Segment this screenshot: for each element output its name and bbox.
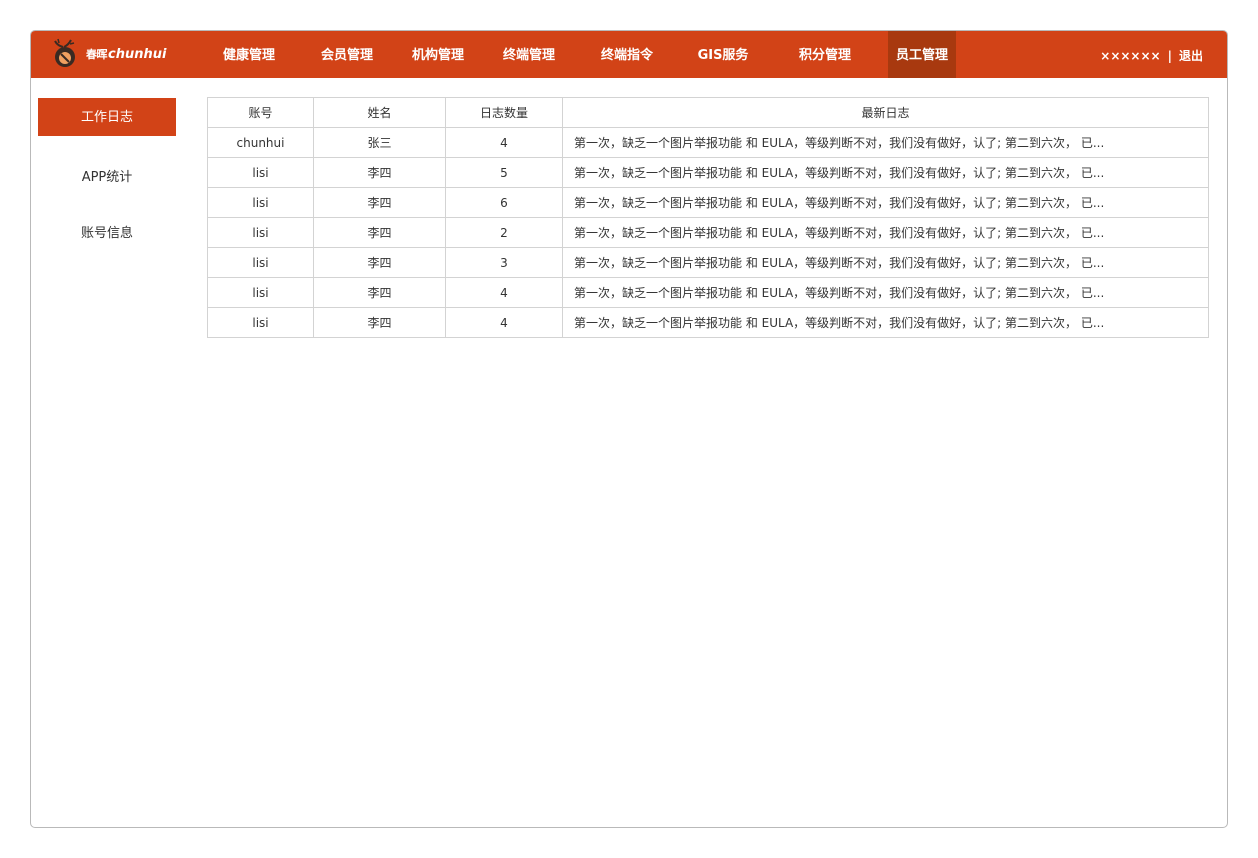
column-header-account: 账号 — [207, 97, 314, 128]
logout-link[interactable]: 退出 — [1179, 49, 1203, 63]
cell-name: 李四 — [313, 187, 446, 218]
table-row[interactable]: lisi 李四 5 第一次，缺乏一个图片举报功能 和 EULA，等级判断不对，我… — [207, 157, 1209, 188]
cell-account: lisi — [207, 157, 314, 188]
nav-members[interactable]: 会员管理 — [319, 31, 375, 78]
brand-logo[interactable]: 春晖 chunhui — [49, 37, 166, 71]
deer-logo-icon — [54, 38, 75, 67]
table-row[interactable]: lisi 李四 3 第一次，缺乏一个图片举报功能 和 EULA，等级判断不对，我… — [207, 247, 1209, 278]
table-row[interactable]: chunhui 张三 4 第一次，缺乏一个图片举报功能 和 EULA，等级判断不… — [207, 127, 1209, 158]
cell-account: lisi — [207, 247, 314, 278]
cell-latest-log: 第一次，缺乏一个图片举报功能 和 EULA，等级判断不对，我们没有做好，认了; … — [562, 217, 1209, 248]
cell-name: 李四 — [313, 277, 446, 308]
cell-latest-log: 第一次，缺乏一个图片举报功能 和 EULA，等级判断不对，我们没有做好，认了; … — [562, 247, 1209, 278]
table-row[interactable]: lisi 李四 4 第一次，缺乏一个图片举报功能 和 EULA，等级判断不对，我… — [207, 277, 1209, 308]
brand-name-cn: 春晖 — [86, 48, 108, 61]
sidebar-item-work-log[interactable]: 工作日志 — [38, 98, 176, 136]
cell-name: 李四 — [313, 307, 446, 338]
top-navbar: 春晖 chunhui 健康管理 会员管理 机构管理 终端管理 终端指令 GIS服… — [31, 31, 1227, 78]
work-log-table: 账号 姓名 日志数量 最新日志 chunhui 张三 4 第一次，缺乏一个图片举… — [207, 97, 1209, 338]
cell-name: 李四 — [313, 217, 446, 248]
table-row[interactable]: lisi 李四 6 第一次，缺乏一个图片举报功能 和 EULA，等级判断不对，我… — [207, 187, 1209, 218]
table-row[interactable]: lisi 李四 4 第一次，缺乏一个图片举报功能 和 EULA，等级判断不对，我… — [207, 307, 1209, 338]
nav-gis[interactable]: GIS服务 — [695, 31, 751, 78]
nav-institutions[interactable]: 机构管理 — [410, 31, 466, 78]
cell-name: 李四 — [313, 247, 446, 278]
brand-name-en: chunhui — [108, 46, 167, 62]
cell-log-count: 2 — [445, 217, 563, 248]
column-header-name: 姓名 — [313, 97, 446, 128]
cell-name: 李四 — [313, 157, 446, 188]
user-area: ×××××× | 退出 — [1100, 31, 1203, 78]
cell-log-count: 4 — [445, 127, 563, 158]
column-header-log-count: 日志数量 — [445, 97, 563, 128]
cell-log-count: 4 — [445, 277, 563, 308]
cell-latest-log: 第一次，缺乏一个图片举报功能 和 EULA，等级判断不对，我们没有做好，认了; … — [562, 127, 1209, 158]
table-header-row: 账号 姓名 日志数量 最新日志 — [207, 97, 1209, 128]
user-separator: | — [1167, 49, 1172, 63]
sidebar-item-account-info[interactable]: 账号信息 — [38, 214, 176, 252]
sidebar-item-app-stats[interactable]: APP统计 — [38, 158, 176, 196]
cell-latest-log: 第一次，缺乏一个图片举报功能 和 EULA，等级判断不对，我们没有做好，认了; … — [562, 277, 1209, 308]
cell-account: lisi — [207, 217, 314, 248]
cell-account: lisi — [207, 277, 314, 308]
cell-log-count: 3 — [445, 247, 563, 278]
cell-log-count: 5 — [445, 157, 563, 188]
nav-points[interactable]: 积分管理 — [797, 31, 853, 78]
nav-staff[interactable]: 员工管理 — [888, 31, 956, 78]
column-header-latest-log: 最新日志 — [562, 97, 1209, 128]
cell-log-count: 4 — [445, 307, 563, 338]
cell-latest-log: 第一次，缺乏一个图片举报功能 和 EULA，等级判断不对，我们没有做好，认了; … — [562, 157, 1209, 188]
nav-terminals[interactable]: 终端管理 — [501, 31, 557, 78]
cell-latest-log: 第一次，缺乏一个图片举报功能 和 EULA，等级判断不对，我们没有做好，认了; … — [562, 307, 1209, 338]
app-window: 春晖 chunhui 健康管理 会员管理 机构管理 终端管理 终端指令 GIS服… — [30, 30, 1228, 828]
cell-account: chunhui — [207, 127, 314, 158]
cell-latest-log: 第一次，缺乏一个图片举报功能 和 EULA，等级判断不对，我们没有做好，认了; … — [562, 187, 1209, 218]
table-row[interactable]: lisi 李四 2 第一次，缺乏一个图片举报功能 和 EULA，等级判断不对，我… — [207, 217, 1209, 248]
cell-name: 张三 — [313, 127, 446, 158]
cell-account: lisi — [207, 307, 314, 338]
nav-terminal-commands[interactable]: 终端指令 — [599, 31, 655, 78]
cell-log-count: 6 — [445, 187, 563, 218]
cell-account: lisi — [207, 187, 314, 218]
nav-health[interactable]: 健康管理 — [221, 31, 277, 78]
username[interactable]: ×××××× — [1100, 49, 1160, 63]
